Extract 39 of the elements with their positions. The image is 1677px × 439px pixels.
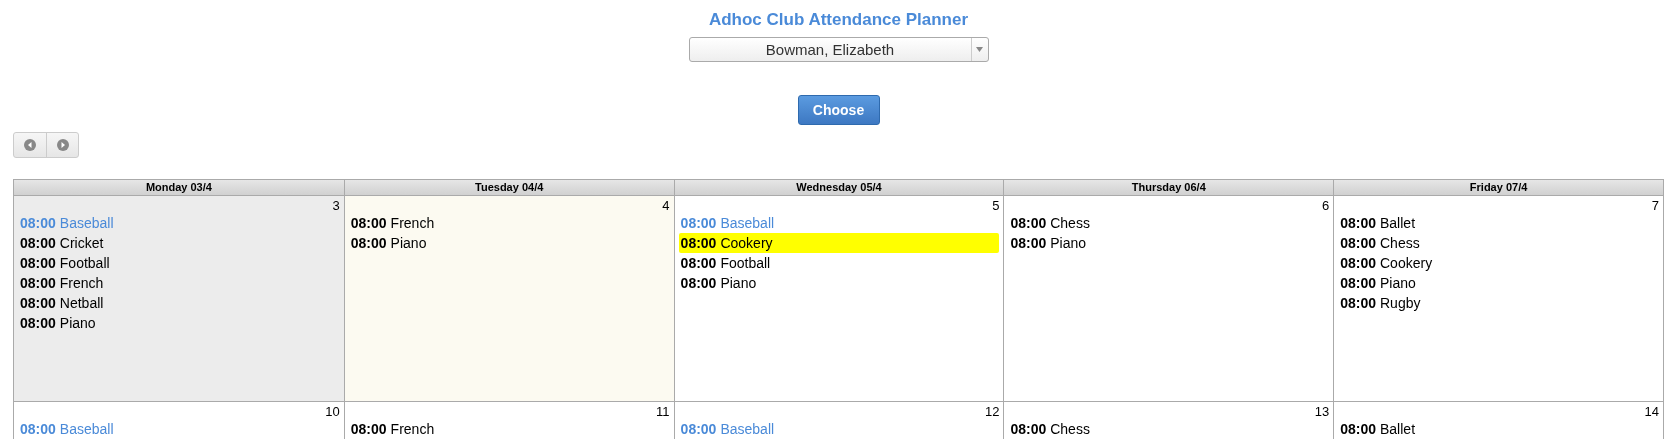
choose-button[interactable]: Choose [797,95,880,125]
day-number: 5 [992,198,1000,213]
calendar-event[interactable]: 08:00 Chess [1338,233,1659,253]
calendar-event[interactable]: 08:00 Piano [678,273,1000,293]
calendar-event[interactable]: 08:00 Netball [18,293,340,313]
dropdown-caret-icon [976,47,983,52]
calendar-event[interactable]: 08:00 Baseball [18,419,340,439]
calendar-event[interactable]: 08:00 Cricket [18,233,340,253]
day-number: 14 [1644,404,1659,419]
day-number: 12 [984,404,1000,419]
day-number: 6 [1321,198,1330,213]
day-number: 3 [332,198,340,213]
calendar-event[interactable]: 08:00 Ballet [1338,213,1659,233]
page-title: Adhoc Club Attendance Planner [708,10,969,30]
calendar-event[interactable]: 08:00 Football [678,253,1000,273]
calendar-event[interactable]: 08:00 Piano [18,313,340,333]
calendar-event[interactable]: 08:00 French [348,213,670,233]
calendar-event[interactable]: 08:00 Cookery [1338,253,1659,273]
calendar-event[interactable]: 08:00 French [18,273,340,293]
calendar-event[interactable]: 08:00 Chess [1008,213,1330,233]
calendar-event[interactable]: 08:00 Ballet [1338,419,1659,439]
day-number: 4 [662,198,670,213]
day-number: 7 [1651,198,1659,213]
day-number: 13 [1314,404,1330,419]
calendar-event[interactable]: 08:00 Baseball [678,213,1000,233]
calendar-event[interactable]: 08:00 Cookery [678,233,1000,253]
calendar-event[interactable]: 08:00 Piano [1338,273,1659,293]
calendar-event[interactable]: 08:00 French [348,419,670,439]
calendar-event[interactable]: 08:00 Rugby [1338,293,1659,313]
calendar-event[interactable]: 08:00 Football [18,253,340,273]
calendar-event[interactable]: 08:00 Piano [348,233,670,253]
next-icon [56,139,69,151]
day-number: 11 [656,404,670,419]
previous-icon [24,139,36,151]
calendar-event[interactable]: 08:00 Piano [1008,233,1330,253]
person-select[interactable]: Bowman, Elizabeth [688,37,989,62]
calendar-event[interactable]: 08:00 Baseball [678,419,1000,439]
calendar-event[interactable]: 08:00 Chess [1008,419,1330,439]
day-number: 10 [325,404,340,419]
